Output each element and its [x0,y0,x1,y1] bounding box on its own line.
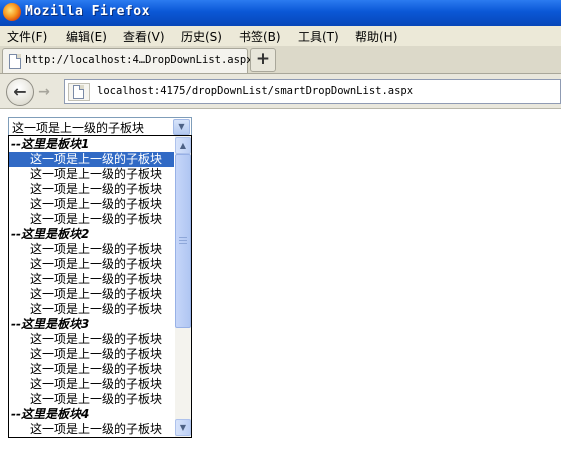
option-group-header[interactable]: --这里是板块2 [9,227,174,242]
back-arrow-icon: ← [13,82,27,101]
menu-tools[interactable]: 工具(T) [298,28,339,45]
option-item[interactable]: 这一项是上一级的子板块 [9,197,174,212]
page-icon [73,85,84,99]
option-item[interactable]: 这一项是上一级的子板块 [9,212,174,227]
back-button[interactable]: ← [6,78,34,106]
select-current-value: 这一项是上一级的子板块 [12,121,145,135]
scroll-down-button[interactable]: ▼ [175,419,191,436]
menu-help[interactable]: 帮助(H) [355,28,397,45]
scroll-up-button[interactable]: ▲ [175,137,191,154]
option-list: --这里是板块1 这一项是上一级的子板块 这一项是上一级的子板块 这一项是上一级的子板… [9,137,174,437]
option-item[interactable]: 这一项是上一级的子板块 [9,167,174,182]
dropdown-scrollbar[interactable]: ▲ ▼ [175,136,191,437]
thumb-grip [179,240,187,241]
option-item[interactable]: 这一项是上一级的子板块 [9,362,174,377]
sub-board-select[interactable]: 这一项是上一级的子板块 ▼ [8,117,192,137]
dropdown-list[interactable]: --这里是板块1 这一项是上一级的子板块 这一项是上一级的子板块 这一项是上一级的子板… [8,135,192,438]
new-tab-button[interactable]: + [250,48,276,72]
option-item[interactable]: 这一项是上一级的子板块 [9,182,174,197]
thumb-grip [179,243,187,244]
tab-current[interactable]: http://localhost:4…DropDownList.aspx [2,48,253,73]
menu-bar: 文件(F) 编辑(E) 查看(V) 历史(S) 书签(B) 工具(T) 帮助(H… [0,26,561,47]
thumb-grip [179,237,187,238]
tab-title: http://localhost:4…DropDownList.aspx [25,54,253,66]
menu-edit[interactable]: 编辑(E) [66,28,107,45]
option-item[interactable]: 这一项是上一级的子板块 [9,332,174,347]
site-identity-button[interactable] [68,83,90,101]
option-item[interactable]: 这一项是上一级的子板块 [9,377,174,392]
option-item[interactable]: 这一项是上一级的子板块 [9,257,174,272]
option-item[interactable]: 这一项是上一级的子板块 [9,302,174,317]
scroll-thumb[interactable] [175,154,191,328]
window-title: Mozilla Firefox [25,4,150,19]
option-item[interactable]: 这一项是上一级的子板块 [9,272,174,287]
forward-arrow-icon: → [38,84,50,100]
navigation-bar: ← → localhost:4175/dropDownList/smartDro… [0,74,561,109]
option-item[interactable]: 这一项是上一级的子板块 [9,242,174,257]
url-text: localhost:4175/dropDownList/smartDropDow… [97,85,414,97]
option-item[interactable]: 这一项是上一级的子板块 [9,152,174,167]
option-group-header[interactable]: --这里是板块1 [9,137,174,152]
forward-button[interactable]: → [34,83,54,101]
menu-file[interactable]: 文件(F) [7,28,47,45]
option-group-header[interactable]: --这里是板块4 [9,407,174,422]
dropdown-arrow-icon[interactable]: ▼ [173,119,190,135]
window-title-bar[interactable]: Mozilla Firefox [0,0,561,26]
option-item[interactable]: 这一项是上一级的子板块 [9,347,174,362]
option-item[interactable]: 这一项是上一级的子板块 [9,422,174,437]
option-group-header[interactable]: --这里是板块3 [9,317,174,332]
tab-bar: http://localhost:4…DropDownList.aspx + [0,46,561,74]
address-bar[interactable]: localhost:4175/dropDownList/smartDropDow… [64,79,561,104]
option-item[interactable]: 这一项是上一级的子板块 [9,392,174,407]
menu-history[interactable]: 历史(S) [181,28,222,45]
option-item[interactable]: 这一项是上一级的子板块 [9,287,174,302]
firefox-logo-icon [3,3,21,21]
page-icon [9,54,21,69]
menu-view[interactable]: 查看(V) [123,28,165,45]
menu-bookmarks[interactable]: 书签(B) [239,28,281,45]
